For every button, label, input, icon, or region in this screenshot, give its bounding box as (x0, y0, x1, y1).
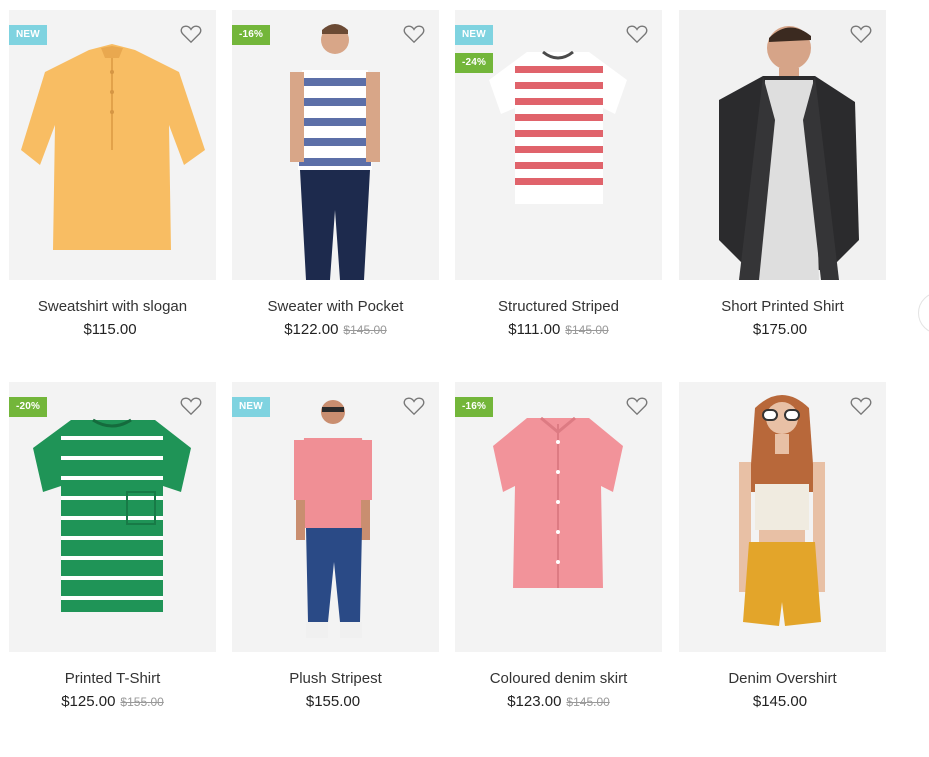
product-card[interactable]: NEW Sweatshirt with slogan $115.00 (9, 10, 216, 341)
product-price: $123.00 (507, 693, 562, 710)
badge: -20% (9, 397, 48, 417)
price-row: $155.00 (232, 693, 439, 713)
product-title[interactable]: Printed T-Shirt (9, 670, 216, 690)
yellow-shirt-image (21, 44, 205, 250)
price-row: $123.00 $145.00 (455, 693, 662, 713)
badge: NEW (9, 25, 47, 45)
product-price: $125.00 (61, 693, 116, 710)
badge: -16% (232, 25, 271, 45)
pink-shirt-image (493, 416, 623, 588)
product-image[interactable] (679, 10, 886, 280)
product-image[interactable]: -16% (455, 382, 662, 652)
product-old-price: $145.00 (343, 323, 387, 337)
product-image[interactable]: NEW (9, 10, 216, 280)
product-old-price: $145.00 (566, 695, 610, 709)
product-card[interactable]: NEW Plush Stripest $155.00 (232, 382, 439, 713)
product-image[interactable] (679, 382, 886, 652)
green-striped-tshirt-image (33, 418, 191, 612)
badge: -16% (455, 397, 494, 417)
product-title[interactable]: Sweatshirt with slogan (9, 298, 216, 318)
product-price: $145.00 (752, 693, 808, 710)
price-row: $145.00 (679, 693, 886, 713)
product-old-price: $145.00 (565, 323, 609, 337)
product-price: $111.00 (508, 321, 561, 338)
wishlist-heart-icon[interactable] (850, 24, 872, 44)
product-card[interactable]: -20% Printed T-Shirt $125.00 $155.00 (9, 382, 216, 713)
price-row: $122.00 $145.00 (232, 321, 439, 341)
product-title[interactable]: Sweater with Pocket (232, 298, 439, 318)
striped-sweater-model-image (290, 24, 380, 280)
product-title[interactable]: Short Printed Shirt (679, 298, 886, 318)
crop-top-model-image (739, 395, 825, 626)
denim-jacket-model-image (719, 26, 859, 280)
product-card[interactable]: NEW -24% Structured Striped $111.00 $145.… (455, 10, 662, 341)
product-old-price: $155.00 (120, 695, 164, 709)
price-row: $111.00 $145.00 (455, 321, 662, 341)
product-image[interactable]: -20% (9, 382, 216, 652)
product-card[interactable]: -16% Sweater with Pocket $122.00 $145.00 (232, 10, 439, 341)
badge: NEW (455, 25, 493, 45)
price-row: $115.00 (9, 321, 216, 341)
product-card[interactable]: Denim Overshirt $145.00 (679, 382, 886, 713)
product-title[interactable]: Denim Overshirt (679, 670, 886, 690)
wishlist-heart-icon[interactable] (180, 24, 202, 44)
product-title[interactable]: Coloured denim skirt (455, 670, 662, 690)
product-title[interactable]: Plush Stripest (232, 670, 439, 690)
product-image[interactable]: NEW -24% (455, 10, 662, 280)
wishlist-heart-icon[interactable] (180, 396, 202, 416)
product-price: $115.00 (83, 321, 137, 338)
wishlist-heart-icon[interactable] (403, 396, 425, 416)
product-price: $175.00 (752, 321, 808, 338)
badge: NEW (232, 397, 270, 417)
price-row: $175.00 (679, 321, 886, 341)
product-price: $122.00 (284, 321, 339, 338)
product-image[interactable]: NEW (232, 382, 439, 652)
product-title[interactable]: Structured Striped (455, 298, 662, 318)
product-price: $155.00 (305, 693, 361, 710)
product-image[interactable]: -16% (232, 10, 439, 280)
pink-shirt-model-image (294, 400, 372, 638)
product-card[interactable]: -16% Coloured denim skirt $123.00 $145.00 (455, 382, 662, 713)
wishlist-heart-icon[interactable] (626, 396, 648, 416)
product-grid: NEW Sweatshirt with slogan $115.00 -16% … (0, 0, 929, 757)
wishlist-heart-icon[interactable] (403, 24, 425, 44)
wishlist-heart-icon[interactable] (850, 396, 872, 416)
red-striped-tshirt-image (489, 50, 627, 204)
price-row: $125.00 $155.00 (9, 693, 216, 713)
badge: -24% (455, 53, 494, 73)
wishlist-heart-icon[interactable] (626, 24, 648, 44)
product-card[interactable]: Short Printed Shirt $175.00 (679, 10, 886, 341)
